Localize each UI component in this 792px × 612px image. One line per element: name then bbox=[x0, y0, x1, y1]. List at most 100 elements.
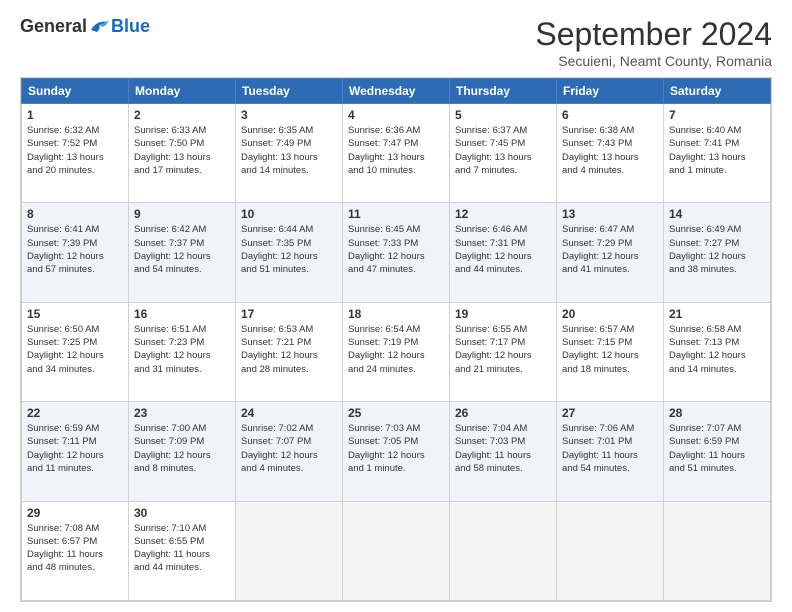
logo-blue-text: Blue bbox=[111, 16, 150, 37]
table-row: 3Sunrise: 6:35 AM Sunset: 7:49 PM Daylig… bbox=[236, 104, 343, 203]
day-number: 26 bbox=[455, 406, 551, 420]
day-number: 10 bbox=[241, 207, 337, 221]
table-row: 4 Sunrise: 6:36 AM Sunset: 7:47 PM Daylig… bbox=[343, 104, 450, 203]
calendar-week-row: 22Sunrise: 6:59 AM Sunset: 7:11 PM Dayli… bbox=[22, 402, 771, 501]
day-number: 20 bbox=[562, 307, 658, 321]
table-row: 27 Sunrise: 7:06 AM Sunset: 7:01 PM Dayli… bbox=[557, 402, 664, 501]
day-number: 8 bbox=[27, 207, 123, 221]
calendar-week-row: 15Sunrise: 6:50 AM Sunset: 7:25 PM Dayli… bbox=[22, 302, 771, 401]
table-row: 22Sunrise: 6:59 AM Sunset: 7:11 PM Dayli… bbox=[22, 402, 129, 501]
day-info: Sunrise: 7:10 AM Sunset: 6:55 PM Dayligh… bbox=[134, 522, 230, 575]
col-wednesday: Wednesday bbox=[343, 79, 450, 104]
day-number: 7 bbox=[669, 108, 765, 122]
calendar-week-row: 1 Sunrise: 6:32 AM Sunset: 7:52 PM Daylig… bbox=[22, 104, 771, 203]
day-info: Sunrise: 6:59 AM Sunset: 7:11 PM Dayligh… bbox=[27, 422, 123, 475]
table-row: 18 Sunrise: 6:54 AM Sunset: 7:19 PM Dayli… bbox=[343, 302, 450, 401]
day-number: 16 bbox=[134, 307, 230, 321]
col-sunday: Sunday bbox=[22, 79, 129, 104]
col-saturday: Saturday bbox=[664, 79, 771, 104]
day-number: 27 bbox=[562, 406, 658, 420]
day-info: Sunrise: 7:00 AM Sunset: 7:09 PM Dayligh… bbox=[134, 422, 230, 475]
table-row: 15Sunrise: 6:50 AM Sunset: 7:25 PM Dayli… bbox=[22, 302, 129, 401]
day-info: Sunrise: 6:36 AM Sunset: 7:47 PM Dayligh… bbox=[348, 124, 444, 177]
day-info: Sunrise: 7:04 AM Sunset: 7:03 PM Dayligh… bbox=[455, 422, 551, 475]
day-info: Sunrise: 7:02 AM Sunset: 7:07 PM Dayligh… bbox=[241, 422, 337, 475]
table-row bbox=[450, 501, 557, 600]
day-number: 17 bbox=[241, 307, 337, 321]
header-row: Sunday Monday Tuesday Wednesday Thursday… bbox=[22, 79, 771, 104]
page: General Blue September 2024 Secuieni, Ne… bbox=[0, 0, 792, 612]
day-info: Sunrise: 6:49 AM Sunset: 7:27 PM Dayligh… bbox=[669, 223, 765, 276]
table-row: 2 Sunrise: 6:33 AM Sunset: 7:50 PM Daylig… bbox=[129, 104, 236, 203]
day-info: Sunrise: 7:07 AM Sunset: 6:59 PM Dayligh… bbox=[669, 422, 765, 475]
day-number: 1 bbox=[27, 108, 123, 122]
table-row: 21Sunrise: 6:58 AM Sunset: 7:13 PM Dayli… bbox=[664, 302, 771, 401]
day-number: 19 bbox=[455, 307, 551, 321]
table-row: 20 Sunrise: 6:57 AM Sunset: 7:15 PM Dayli… bbox=[557, 302, 664, 401]
location-subtitle: Secuieni, Neamt County, Romania bbox=[535, 53, 772, 69]
table-row bbox=[343, 501, 450, 600]
day-info: Sunrise: 6:51 AM Sunset: 7:23 PM Dayligh… bbox=[134, 323, 230, 376]
table-row: 6 Sunrise: 6:38 AM Sunset: 7:43 PM Daylig… bbox=[557, 104, 664, 203]
day-info: Sunrise: 6:32 AM Sunset: 7:52 PM Dayligh… bbox=[27, 124, 123, 177]
table-row: 12Sunrise: 6:46 AM Sunset: 7:31 PM Dayli… bbox=[450, 203, 557, 302]
table-row: 11Sunrise: 6:45 AM Sunset: 7:33 PM Dayli… bbox=[343, 203, 450, 302]
day-info: Sunrise: 7:03 AM Sunset: 7:05 PM Dayligh… bbox=[348, 422, 444, 475]
day-info: Sunrise: 6:42 AM Sunset: 7:37 PM Dayligh… bbox=[134, 223, 230, 276]
logo-general-text: General bbox=[20, 16, 87, 37]
day-number: 13 bbox=[562, 207, 658, 221]
day-number: 18 bbox=[348, 307, 444, 321]
table-row: 8 Sunrise: 6:41 AM Sunset: 7:39 PM Daylig… bbox=[22, 203, 129, 302]
day-info: Sunrise: 6:41 AM Sunset: 7:39 PM Dayligh… bbox=[27, 223, 123, 276]
day-info: Sunrise: 6:53 AM Sunset: 7:21 PM Dayligh… bbox=[241, 323, 337, 376]
table-row: 5 Sunrise: 6:37 AM Sunset: 7:45 PM Daylig… bbox=[450, 104, 557, 203]
table-row: 13Sunrise: 6:47 AM Sunset: 7:29 PM Dayli… bbox=[557, 203, 664, 302]
day-number: 9 bbox=[134, 207, 230, 221]
table-row: 24 Sunrise: 7:02 AM Sunset: 7:07 PM Dayli… bbox=[236, 402, 343, 501]
day-info: Sunrise: 7:06 AM Sunset: 7:01 PM Dayligh… bbox=[562, 422, 658, 475]
day-number: 2 bbox=[134, 108, 230, 122]
day-number: 24 bbox=[241, 406, 337, 420]
col-tuesday: Tuesday bbox=[236, 79, 343, 104]
table-row: 10 Sunrise: 6:44 AM Sunset: 7:35 PM Dayli… bbox=[236, 203, 343, 302]
calendar-table: Sunday Monday Tuesday Wednesday Thursday… bbox=[21, 78, 771, 601]
table-row: 25 Sunrise: 7:03 AM Sunset: 7:05 PM Dayli… bbox=[343, 402, 450, 501]
day-number: 29 bbox=[27, 506, 123, 520]
table-row: 30 Sunrise: 7:10 AM Sunset: 6:55 PM Dayli… bbox=[129, 501, 236, 600]
table-row: 1 Sunrise: 6:32 AM Sunset: 7:52 PM Daylig… bbox=[22, 104, 129, 203]
table-row: 9 Sunrise: 6:42 AM Sunset: 7:37 PM Daylig… bbox=[129, 203, 236, 302]
table-row: 19 Sunrise: 6:55 AM Sunset: 7:17 PM Dayli… bbox=[450, 302, 557, 401]
day-number: 3 bbox=[241, 108, 337, 122]
day-number: 30 bbox=[134, 506, 230, 520]
header: General Blue September 2024 Secuieni, Ne… bbox=[20, 16, 772, 69]
day-number: 21 bbox=[669, 307, 765, 321]
col-monday: Monday bbox=[129, 79, 236, 104]
day-number: 4 bbox=[348, 108, 444, 122]
calendar: Sunday Monday Tuesday Wednesday Thursday… bbox=[20, 77, 772, 602]
day-info: Sunrise: 6:37 AM Sunset: 7:45 PM Dayligh… bbox=[455, 124, 551, 177]
col-friday: Friday bbox=[557, 79, 664, 104]
calendar-week-row: 8 Sunrise: 6:41 AM Sunset: 7:39 PM Daylig… bbox=[22, 203, 771, 302]
col-thursday: Thursday bbox=[450, 79, 557, 104]
table-row: 26 Sunrise: 7:04 AM Sunset: 7:03 PM Dayli… bbox=[450, 402, 557, 501]
table-row: 29 Sunrise: 7:08 AM Sunset: 6:57 PM Dayli… bbox=[22, 501, 129, 600]
table-row bbox=[664, 501, 771, 600]
day-info: Sunrise: 7:08 AM Sunset: 6:57 PM Dayligh… bbox=[27, 522, 123, 575]
day-number: 14 bbox=[669, 207, 765, 221]
day-info: Sunrise: 6:50 AM Sunset: 7:25 PM Dayligh… bbox=[27, 323, 123, 376]
day-info: Sunrise: 6:54 AM Sunset: 7:19 PM Dayligh… bbox=[348, 323, 444, 376]
day-info: Sunrise: 6:33 AM Sunset: 7:50 PM Dayligh… bbox=[134, 124, 230, 177]
day-info: Sunrise: 6:55 AM Sunset: 7:17 PM Dayligh… bbox=[455, 323, 551, 376]
day-number: 25 bbox=[348, 406, 444, 420]
logo-bird-icon bbox=[89, 18, 111, 36]
day-info: Sunrise: 6:44 AM Sunset: 7:35 PM Dayligh… bbox=[241, 223, 337, 276]
day-number: 28 bbox=[669, 406, 765, 420]
table-row bbox=[236, 501, 343, 600]
day-number: 12 bbox=[455, 207, 551, 221]
day-info: Sunrise: 6:57 AM Sunset: 7:15 PM Dayligh… bbox=[562, 323, 658, 376]
day-number: 6 bbox=[562, 108, 658, 122]
day-info: Sunrise: 6:38 AM Sunset: 7:43 PM Dayligh… bbox=[562, 124, 658, 177]
table-row: 16 Sunrise: 6:51 AM Sunset: 7:23 PM Dayli… bbox=[129, 302, 236, 401]
day-number: 23 bbox=[134, 406, 230, 420]
day-number: 5 bbox=[455, 108, 551, 122]
